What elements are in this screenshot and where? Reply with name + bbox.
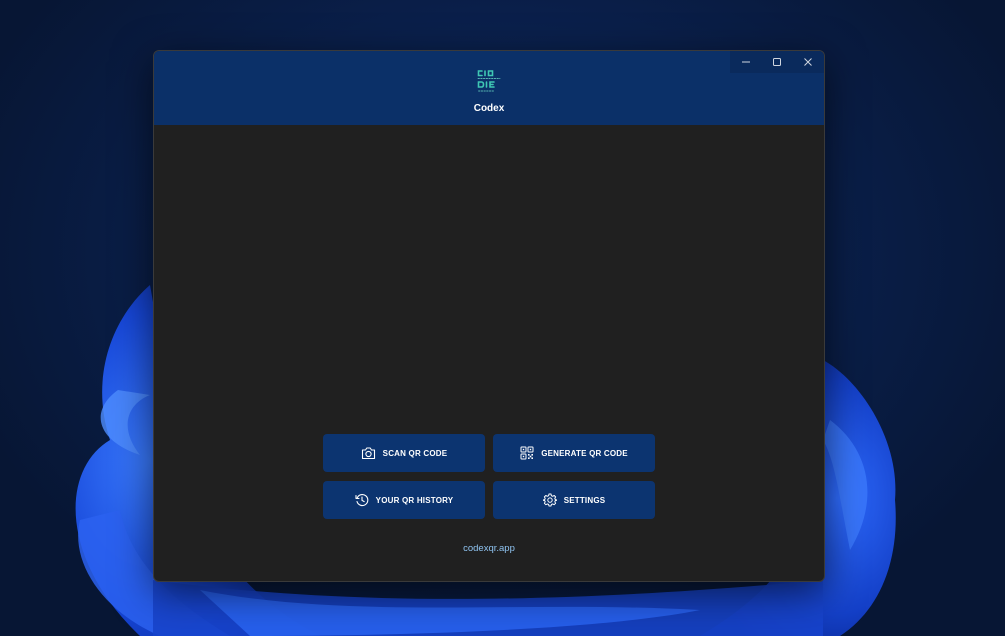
minimize-icon bbox=[741, 61, 750, 63]
codex-qr-logo bbox=[477, 70, 501, 92]
generate-qr-code-button[interactable]: GENERATE QR CODE bbox=[493, 434, 655, 472]
window-controls bbox=[730, 51, 824, 73]
close-button[interactable] bbox=[792, 51, 823, 73]
maximize-button[interactable] bbox=[761, 51, 792, 73]
website-link[interactable]: codexqr.app bbox=[154, 543, 824, 554]
close-icon bbox=[803, 58, 812, 66]
qr-code-icon bbox=[520, 446, 534, 460]
qr-history-button[interactable]: YOUR QR HISTORY bbox=[323, 481, 485, 519]
camera-icon bbox=[361, 447, 375, 460]
minimize-button[interactable] bbox=[730, 51, 761, 73]
desktop: Codex SCAN QR CODE GENERATE QR CODE YOUR… bbox=[0, 0, 1005, 636]
settings-label: SETTINGS bbox=[563, 495, 606, 505]
history-icon bbox=[355, 494, 368, 507]
app-window: Codex SCAN QR CODE GENERATE QR CODE YOUR… bbox=[153, 50, 825, 582]
qr-history-label: YOUR QR HISTORY bbox=[375, 495, 454, 505]
title-bar: Codex bbox=[154, 51, 824, 125]
gear-icon bbox=[542, 493, 557, 507]
scan-qr-code-button[interactable]: SCAN QR CODE bbox=[323, 434, 485, 472]
generate-qr-code-label: GENERATE QR CODE bbox=[541, 448, 628, 458]
maximize-icon bbox=[772, 58, 781, 66]
settings-button[interactable]: SETTINGS bbox=[493, 481, 655, 519]
app-title: Codex bbox=[473, 103, 505, 114]
scan-qr-code-label: SCAN QR CODE bbox=[382, 448, 448, 458]
